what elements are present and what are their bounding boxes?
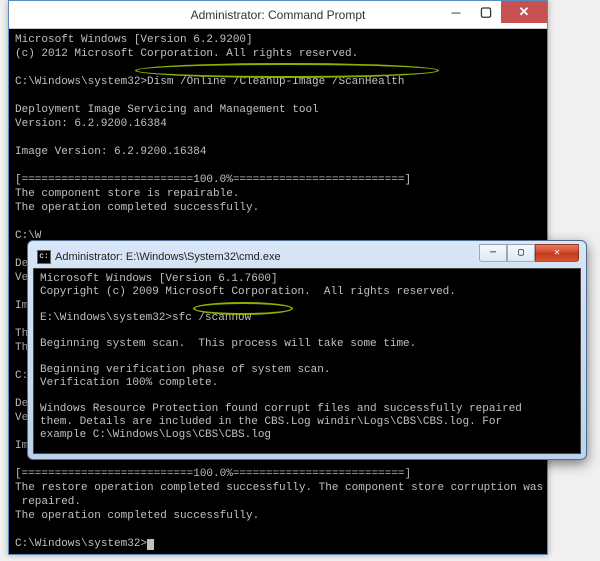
prompt: C:\Windows\system32> xyxy=(15,538,147,550)
prompt: C:\Windows\system32> xyxy=(15,76,147,88)
text-line: Microsoft Windows [Version 6.2.9200] xyxy=(15,34,253,46)
text-line: Beginning verification phase of system s… xyxy=(40,364,330,376)
text-line: (c) 2012 Microsoft Corporation. All righ… xyxy=(15,48,358,60)
progress-line: [==========================100.0%=======… xyxy=(15,468,411,480)
maximize-button[interactable]: ▢ xyxy=(471,1,501,23)
titlebar-win8[interactable]: Administrator: Command Prompt ─ ▢ ✕ xyxy=(9,1,547,29)
window-title: Administrator: E:\Windows\System32\cmd.e… xyxy=(55,251,281,263)
text-line: The operation completed successfully. xyxy=(15,510,259,522)
close-button[interactable]: ✕ xyxy=(501,1,547,23)
cmd-icon: c: xyxy=(37,250,51,264)
text-line: Deployment Image Servicing and Managemen… xyxy=(15,104,319,116)
command-text: Dism /Online /Cleanup-Image /ScanHealth xyxy=(147,76,404,88)
window-title: Administrator: Command Prompt xyxy=(191,8,366,22)
command-text: sfc /scannow xyxy=(172,312,251,324)
text-line: Image Version: 6.2.9200.16384 xyxy=(15,146,206,158)
text-line: Copyright (c) 2009 Microsoft Corporation… xyxy=(40,286,456,298)
command-prompt-window-win7: c: Administrator: E:\Windows\System32\cm… xyxy=(27,240,587,460)
text-line: Microsoft Windows [Version 6.1.7600] xyxy=(40,273,278,285)
minimize-button[interactable]: ─ xyxy=(441,1,471,23)
text-line: Verification 100% complete. xyxy=(40,377,218,389)
maximize-button[interactable]: ▢ xyxy=(507,244,535,262)
text-line: The component store is repairable. xyxy=(15,188,239,200)
text-line: them. Details are included in the CBS.Lo… xyxy=(40,416,502,428)
cursor xyxy=(147,539,154,550)
progress-line: [==========================100.0%=======… xyxy=(15,174,411,186)
text-line: The operation completed successfully. xyxy=(15,202,259,214)
console-output-win7[interactable]: Microsoft Windows [Version 6.1.7600] Cop… xyxy=(33,268,581,454)
window-controls: ─ ▢ ✕ xyxy=(479,244,579,262)
text-line: Beginning system scan. This process will… xyxy=(40,338,416,350)
prompt: E:\Windows\system32> xyxy=(40,312,172,324)
titlebar-win7[interactable]: c: Administrator: E:\Windows\System32\cm… xyxy=(33,246,581,268)
text-line: repaired. xyxy=(15,496,81,508)
minimize-button[interactable]: ─ xyxy=(479,244,507,262)
close-button[interactable]: ✕ xyxy=(535,244,579,262)
text-line: Version: 6.2.9200.16384 xyxy=(15,118,167,130)
window-controls: ─ ▢ ✕ xyxy=(441,1,547,23)
text-line: Windows Resource Protection found corrup… xyxy=(40,403,522,415)
text-line: example C:\Windows\Logs\CBS\CBS.log xyxy=(40,429,271,441)
text-line: The restore operation completed successf… xyxy=(15,482,543,494)
